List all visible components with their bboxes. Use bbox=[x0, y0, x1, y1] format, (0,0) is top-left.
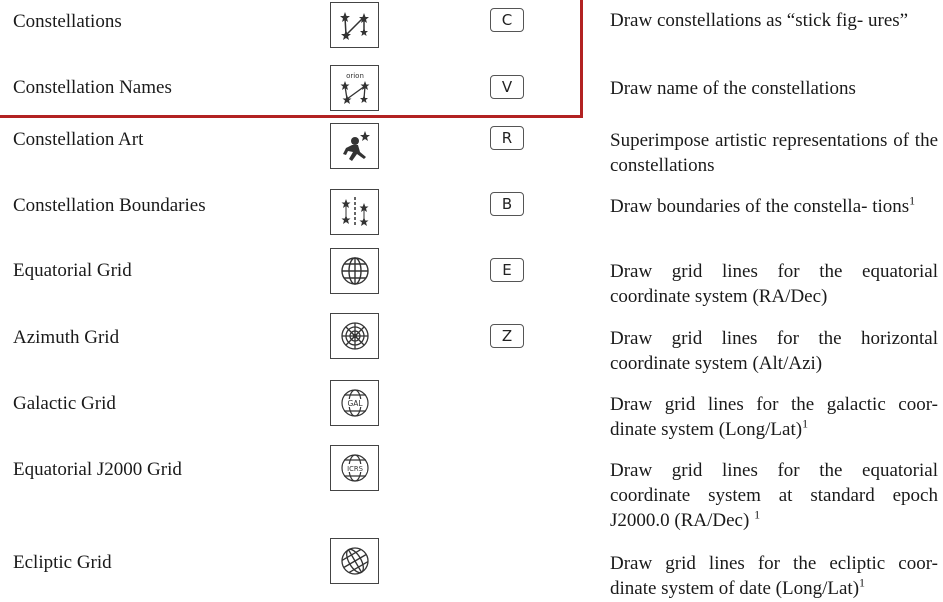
equatorial-grid-icon[interactable] bbox=[330, 248, 379, 294]
feature-description: Draw grid lines for the horizontal coord… bbox=[610, 328, 938, 374]
constellation-names-icon[interactable]: orion bbox=[330, 65, 379, 111]
feature-name: Constellations bbox=[13, 11, 122, 32]
ecliptic-grid-icon[interactable] bbox=[330, 538, 379, 584]
svg-text:ICRS: ICRS bbox=[347, 465, 363, 473]
feature-description: Draw grid lines for the galactic coor- d… bbox=[610, 394, 938, 440]
shortcut-key: B bbox=[490, 192, 524, 216]
shortcut-key: Z bbox=[490, 324, 524, 348]
galactic-grid-icon[interactable]: GAL bbox=[330, 380, 379, 426]
feature-name: Galactic Grid bbox=[13, 393, 116, 414]
feature-name: Ecliptic Grid bbox=[13, 552, 112, 573]
constellation-art-icon[interactable] bbox=[330, 123, 379, 169]
feature-name: Azimuth Grid bbox=[13, 327, 120, 348]
feature-description: Draw boundaries of the constella- tions1 bbox=[610, 193, 916, 217]
svg-text:orion: orion bbox=[346, 72, 364, 80]
feature-description: Superimpose artistic representations of … bbox=[610, 130, 938, 176]
shortcut-key: V bbox=[490, 75, 524, 99]
feature-name: Constellation Art bbox=[13, 129, 144, 150]
shortcut-key: R bbox=[490, 126, 524, 150]
feature-description: Draw grid lines for the equatorial coord… bbox=[610, 261, 938, 307]
feature-description: Draw grid lines for the equatorial coord… bbox=[610, 460, 938, 531]
azimuth-grid-icon[interactable] bbox=[330, 313, 379, 359]
feature-description: Draw name of the constellations bbox=[610, 78, 856, 99]
feature-name: Constellation Boundaries bbox=[13, 195, 206, 216]
feature-description: Draw grid lines for the ecliptic coor- d… bbox=[610, 553, 938, 599]
constellation-boundaries-icon[interactable] bbox=[330, 189, 379, 235]
shortcut-key: E bbox=[490, 258, 524, 282]
feature-name: Equatorial J2000 Grid bbox=[13, 459, 182, 480]
constellation-lines-icon[interactable] bbox=[330, 2, 379, 48]
svg-text:GAL: GAL bbox=[347, 399, 363, 408]
equatorial-j2000-grid-icon[interactable]: ICRS bbox=[330, 445, 379, 491]
shortcut-key: C bbox=[490, 8, 524, 32]
feature-description: Draw constellations as “stick fig- ures” bbox=[610, 10, 909, 31]
feature-name: Constellation Names bbox=[13, 77, 172, 98]
feature-name: Equatorial Grid bbox=[13, 260, 132, 281]
